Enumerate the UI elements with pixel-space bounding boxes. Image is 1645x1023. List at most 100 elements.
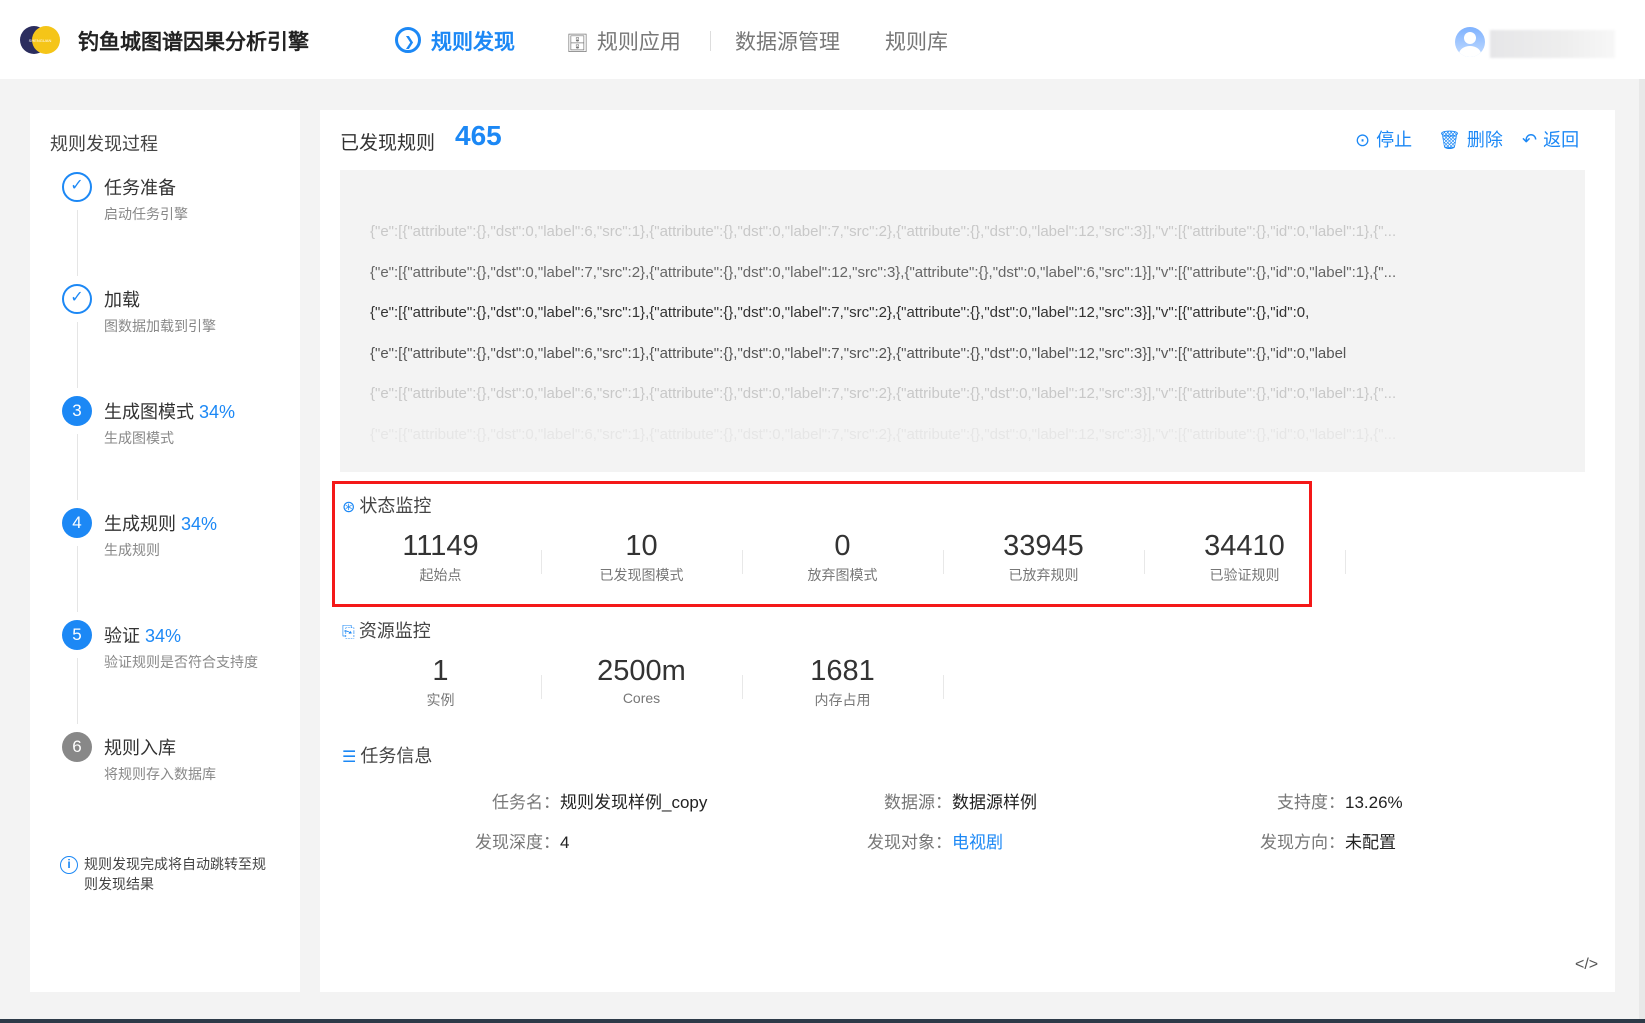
step-title-text: 规则入库 (104, 738, 176, 758)
section-label: 状态监控 (359, 496, 432, 516)
step-desc: 验证规则是否符合支持度 (104, 654, 258, 670)
rule-line: {"e":[{"attribute":{},"dst":0,"label":7,… (370, 263, 1397, 281)
database-lock-icon: 🗄 (566, 33, 589, 53)
step-desc: 生成图模式 (104, 430, 174, 446)
task-field: 数据源：数据源样例 (884, 788, 1037, 813)
stat-resource: 1 实例 (340, 655, 541, 710)
stat-label: 放弃图模式 (807, 567, 878, 583)
delete-label: 删除 (1466, 130, 1503, 150)
stat-value: 1681 (810, 655, 875, 687)
field-key: 支持度： (1277, 793, 1345, 812)
logo-icon: SHENGUAN (20, 26, 60, 54)
field-value: 4 (560, 833, 570, 852)
user-avatar[interactable] (1455, 27, 1485, 57)
stat-resource: 1681 内存占用 (742, 655, 943, 710)
step-title: 验证 34% (104, 622, 181, 648)
auto-jump-tip: i 规则发现完成将自动跳转至规则发现结果 (60, 854, 274, 894)
resource-monitor-title: ⎘ 资源监控 (342, 617, 431, 643)
section-label: 任务信息 (360, 746, 433, 766)
step-progress: 34% (181, 514, 218, 534)
rule-stream-box: {"e":[{"attribute":{},"dst":0,"label":6,… (340, 170, 1585, 472)
code-toggle-button[interactable]: </> (1575, 956, 1598, 974)
stat-value: 34410 (1204, 530, 1285, 562)
field-value: 13.26% (1345, 793, 1403, 812)
field-value[interactable]: 电视剧 (952, 833, 1003, 852)
step-connector (77, 658, 78, 724)
nav-rule-library[interactable]: 规则库 (885, 26, 948, 56)
nav-rule-discovery[interactable]: ❯ 规则发现 (395, 26, 515, 56)
field-key: 发现对象： (867, 833, 952, 852)
field-value: 未配置 (1345, 833, 1396, 852)
field-key: 任务名： (492, 793, 560, 812)
pulse-icon: ⊛ (342, 499, 356, 516)
step-progress: 34% (199, 402, 236, 422)
info-icon: i (60, 856, 78, 874)
found-rules-count: 465 (455, 120, 502, 151)
step-progress: 34% (145, 626, 182, 646)
stat-status: 11149 起始点 (340, 530, 541, 585)
svg-text:SHENGUAN: SHENGUAN (29, 38, 52, 43)
stat-value: 0 (834, 530, 851, 562)
back-button[interactable]: ↶ 返回 (1522, 126, 1579, 152)
task-field: 发现方向：未配置 (1260, 828, 1396, 853)
step-number: 5 (62, 620, 92, 650)
step-number: 4 (62, 508, 92, 538)
app-title: 钓鱼城图谱因果分析引擎 (78, 31, 309, 54)
task-field: 发现深度：4 (475, 828, 569, 853)
stat-label: 已验证规则 (1209, 567, 1280, 583)
rule-line: {"e":[{"attribute":{},"dst":0,"label":6,… (370, 385, 1397, 402)
step-title-text: 生成规则 (104, 514, 176, 534)
stat-value: 1 (432, 655, 449, 687)
stat-status: 34410 已验证规则 (1144, 530, 1345, 585)
field-key: 发现深度： (475, 833, 560, 852)
sidebar-title: 规则发现过程 (50, 134, 158, 154)
step-number: 6 (62, 732, 92, 762)
step-title: 加载 (104, 286, 140, 312)
step-title-text: 加载 (104, 290, 140, 310)
step-connector (77, 546, 78, 612)
stat-value: 11149 (402, 530, 479, 562)
nav-rule-application[interactable]: 🗄 规则应用 (566, 26, 681, 56)
stat-label: 已发现图模式 (599, 567, 684, 583)
step-title: 生成规则 34% (104, 510, 217, 536)
section-label: 资源监控 (358, 621, 431, 641)
rule-line: {"e":[{"attribute":{},"dst":0,"label":6,… (370, 344, 1347, 362)
stat-divider (1345, 550, 1346, 574)
step-title-text: 任务准备 (104, 178, 176, 198)
task-field: 支持度：13.26% (1277, 788, 1403, 813)
check-icon: ✓ (62, 172, 92, 202)
status-monitor-title: ⊛ 状态监控 (342, 492, 431, 518)
step-desc: 将规则存入数据库 (104, 766, 216, 782)
resource-icon: ⎘ (342, 624, 355, 641)
tip-text: 规则发现完成将自动跳转至规则发现结果 (84, 856, 266, 892)
delete-button[interactable]: 🗑 删除 (1438, 126, 1503, 152)
stop-button[interactable]: ⊙ 停止 (1355, 126, 1412, 152)
field-key: 数据源： (884, 793, 952, 812)
top-header: SHENGUAN 钓鱼城图谱因果分析引擎 ❯ 规则发现 🗄 规则应用 数据源管理 规… (0, 0, 1645, 79)
stat-label: 起始点 (419, 567, 462, 583)
step-desc: 启动任务引擎 (104, 206, 188, 222)
trash-icon: 🗑 (1438, 130, 1461, 150)
task-info-title: ☰ 任务信息 (342, 742, 432, 768)
nav-datasource-management[interactable]: 数据源管理 (735, 26, 840, 56)
discovery-icon: ❯ (395, 27, 421, 53)
stat-status: 10 已发现图模式 (541, 530, 742, 585)
stat-divider (943, 675, 944, 699)
step-connector (77, 434, 78, 500)
page-scrollbar[interactable] (1639, 79, 1645, 1019)
stop-label: 停止 (1376, 130, 1413, 150)
process-sidebar: 规则发现过程 ✓ 任务准备 启动任务引擎 ✓ 加载 图数据加载到引擎 3 生成图模式 34% 生… (30, 110, 300, 992)
stat-value: 10 (625, 530, 658, 562)
step-title: 规则入库 (104, 734, 176, 760)
stat-value: 2500m (597, 655, 686, 687)
stop-icon: ⊙ (1355, 130, 1371, 150)
field-key: 发现方向： (1260, 833, 1345, 852)
username-blurred[interactable] (1490, 30, 1615, 58)
step-desc: 图数据加载到引擎 (104, 318, 216, 334)
step-title: 生成图模式 34% (104, 398, 235, 424)
back-label: 返回 (1543, 130, 1580, 150)
undo-icon: ↶ (1522, 130, 1538, 150)
nav-label: 规则发现 (431, 31, 515, 54)
stat-label: 实例 (426, 692, 455, 708)
task-field: 发现对象：电视剧 (867, 828, 1003, 853)
